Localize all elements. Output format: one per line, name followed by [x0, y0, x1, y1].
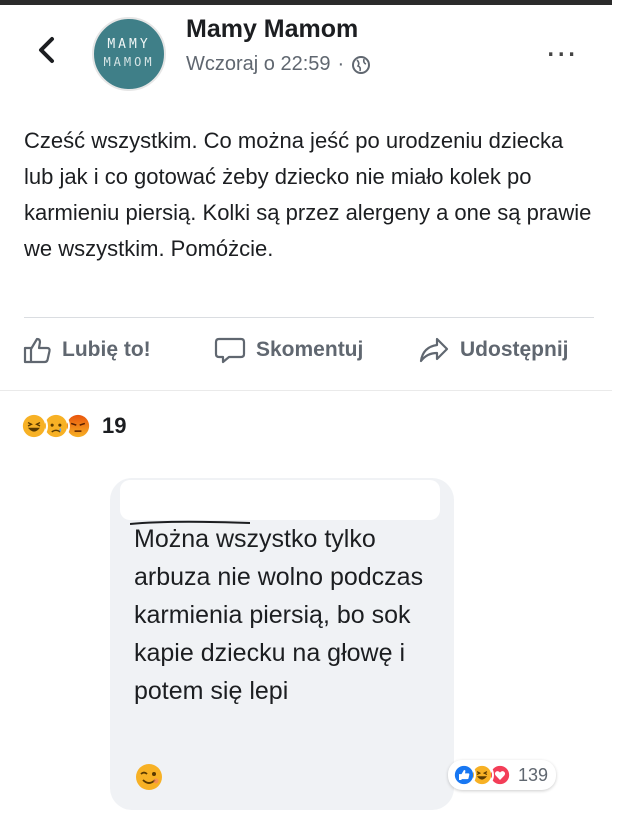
divider — [24, 317, 594, 318]
screen-edge — [612, 0, 624, 818]
comment-text: Można wszystko tylko arbuza nie wolno po… — [134, 525, 424, 705]
share-button[interactable]: Udostępnij — [418, 335, 569, 365]
share-label: Udostępnij — [460, 338, 569, 361]
comment-reactions[interactable]: 139 — [448, 760, 557, 790]
post-card: MAMY MAMOM Mamy Mamom Wczoraj o 22:59 · … — [0, 5, 612, 390]
comment-button[interactable]: Skomentuj — [214, 335, 363, 365]
author-name[interactable]: Mamy Mamom — [186, 15, 358, 44]
thumbs-up-icon — [23, 337, 51, 364]
comment-bubble-icon — [214, 337, 246, 364]
like-icon — [452, 763, 476, 787]
like-button[interactable]: Lubię to! — [22, 335, 151, 365]
back-button[interactable] — [30, 33, 64, 67]
more-options-button[interactable]: ... — [546, 28, 577, 62]
post-meta: Wczoraj o 22:59 · — [186, 53, 371, 76]
wink-emoji-icon — [136, 764, 162, 790]
post-reactions[interactable]: 19 — [20, 412, 126, 440]
share-arrow-icon — [419, 337, 449, 363]
post-text: Cześć wszystkim. Co można jeść po urodze… — [24, 128, 592, 261]
chevron-left-icon — [39, 37, 54, 63]
redacted-commenter-name — [120, 480, 440, 520]
avatar[interactable]: MAMY MAMOM — [92, 17, 166, 91]
like-label: Lubię to! — [62, 338, 151, 361]
comment-reaction-count: 139 — [518, 764, 549, 785]
reaction-count: 19 — [102, 413, 127, 438]
section-separator — [0, 390, 624, 395]
haha-emoji-icon — [20, 412, 48, 440]
avatar-text-bottom: MAMOM — [103, 55, 155, 69]
avatar-text-top: MAMY — [107, 37, 151, 52]
comment-label: Skomentuj — [256, 338, 364, 361]
action-bar: Lubię to! Skomentuj Udostępnij — [0, 335, 612, 379]
globe-icon — [352, 55, 371, 74]
timestamp[interactable]: Wczoraj o 22:59 — [186, 53, 331, 76]
meta-separator: · — [337, 53, 345, 75]
